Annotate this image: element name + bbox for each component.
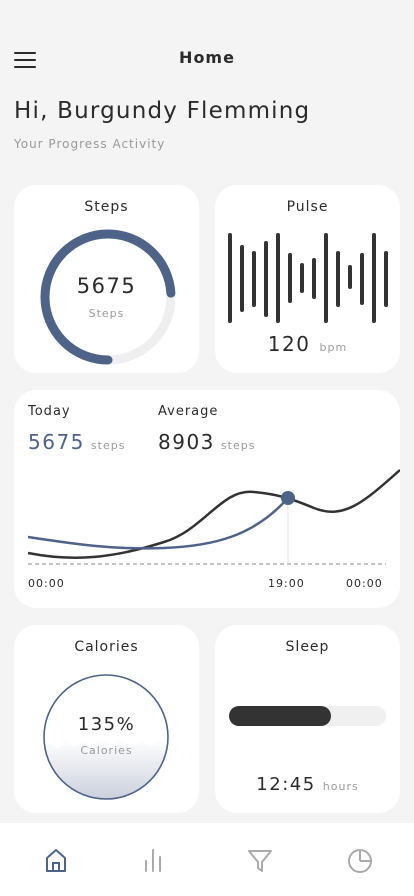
- sleep-value: 12:45: [256, 774, 316, 795]
- pie-chart-icon[interactable]: [345, 845, 375, 875]
- pulse-reading: 120 bpm: [215, 332, 400, 356]
- sleep-card[interactable]: Sleep 12:45 hours: [215, 625, 400, 813]
- steps-card-title: Steps: [84, 199, 129, 215]
- calories-unit: Calories: [80, 744, 133, 757]
- pulse-card-title: Pulse: [286, 199, 329, 215]
- steps-card[interactable]: Steps 5675 Steps: [14, 185, 199, 373]
- x-tick-start: 00:00: [28, 577, 65, 590]
- sleep-reading: 12:45 hours: [215, 774, 400, 795]
- x-tick-end: 00:00: [346, 577, 383, 590]
- pulse-unit: bpm: [319, 341, 348, 354]
- app-header: Home: [0, 40, 414, 76]
- bottom-navigation: [0, 823, 414, 896]
- sleep-progress-track: [229, 706, 386, 726]
- bar-chart-icon[interactable]: [138, 845, 168, 875]
- home-icon[interactable]: [41, 845, 71, 875]
- x-tick-mid: 19:00: [268, 577, 305, 590]
- today-series-line: [27, 497, 289, 550]
- calories-card[interactable]: Calories 135% Calories: [14, 625, 199, 813]
- current-point[interactable]: [281, 491, 295, 505]
- page-title: Home: [179, 48, 235, 67]
- greeting-title: Hi, Burgundy Flemming: [14, 98, 311, 124]
- filter-icon[interactable]: [245, 845, 275, 875]
- activity-line-chart: [27, 469, 400, 565]
- sleep-progress-fill: [229, 706, 332, 726]
- calories-card-title: Calories: [74, 639, 139, 655]
- steps-unit: Steps: [88, 307, 125, 320]
- sleep-card-title: Sleep: [285, 639, 330, 655]
- activity-chart-card[interactable]: Today Average 5675 steps 8903 steps 00:00 …: [14, 390, 400, 608]
- greeting-subtitle: Your Progress Activity: [14, 137, 166, 151]
- pulse-card[interactable]: Pulse 120 bpm: [215, 185, 400, 373]
- steps-value: 5675: [76, 274, 137, 298]
- pulse-waveform: [228, 233, 388, 323]
- pulse-value: 120: [267, 332, 311, 356]
- calories-gauge: [43, 674, 169, 800]
- sleep-unit: hours: [322, 780, 359, 793]
- calories-value: 135%: [77, 714, 136, 735]
